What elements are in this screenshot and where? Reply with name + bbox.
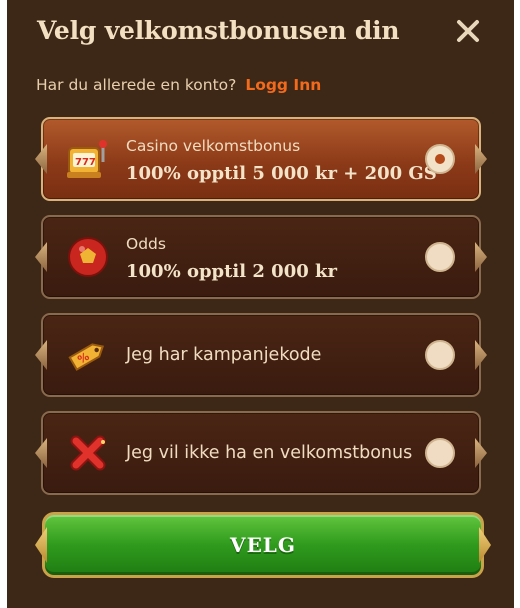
radio-no-bonus[interactable] <box>425 438 455 468</box>
close-icon <box>457 20 479 42</box>
velg-button[interactable]: VELG <box>35 512 491 578</box>
option-left-ornament <box>35 242 47 272</box>
coupon-tag-icon: % <box>68 343 105 371</box>
option-left-ornament <box>35 438 47 468</box>
option-label: Jeg vil ikke ha en velkomstbonus <box>126 443 413 463</box>
login-link[interactable]: Logg Inn <box>245 76 321 94</box>
close-button[interactable] <box>453 16 483 46</box>
option-left-ornament <box>35 144 47 174</box>
option-label: Casino velkomstbonus <box>126 137 301 155</box>
football-icon <box>68 237 108 277</box>
radio-promo-code[interactable] <box>425 340 455 370</box>
option-left-ornament <box>35 340 47 370</box>
option-odds[interactable]: Odds 100% opptil 2 000 kr <box>35 215 487 299</box>
option-label: Jeg har kampanjekode <box>126 345 322 365</box>
option-right-ornament <box>475 242 487 272</box>
option-bonus-value: 100% opptil 5 000 kr + 200 GS <box>126 163 437 184</box>
slot-machine-icon: 777 <box>67 140 107 178</box>
option-bonus-value: 100% opptil 2 000 kr <box>126 261 337 282</box>
radio-odds[interactable] <box>425 242 455 272</box>
login-prompt: Har du allerede en konto? Logg Inn <box>36 76 321 94</box>
option-label: Odds <box>126 235 166 253</box>
velg-button-label: VELG <box>230 533 296 557</box>
option-right-ornament <box>475 438 487 468</box>
modal-title: Velg velkomstbonusen din <box>37 16 400 45</box>
login-prompt-text: Har du allerede en konto? <box>36 76 237 94</box>
welcome-bonus-modal: Velg velkomstbonusen din Har du allerede… <box>7 0 514 608</box>
option-promo-code[interactable]: % Jeg har kampanjekode <box>35 313 487 397</box>
option-casino[interactable]: 777 Casino velkomstbonus 100% opptil 5 0… <box>35 117 487 201</box>
radio-casino-selected[interactable] <box>425 144 455 174</box>
option-right-ornament <box>475 144 487 174</box>
red-x-icon <box>70 435 106 471</box>
option-no-bonus[interactable]: Jeg vil ikke ha en velkomstbonus <box>35 411 487 495</box>
option-right-ornament <box>475 340 487 370</box>
svg-text:777: 777 <box>75 157 96 168</box>
